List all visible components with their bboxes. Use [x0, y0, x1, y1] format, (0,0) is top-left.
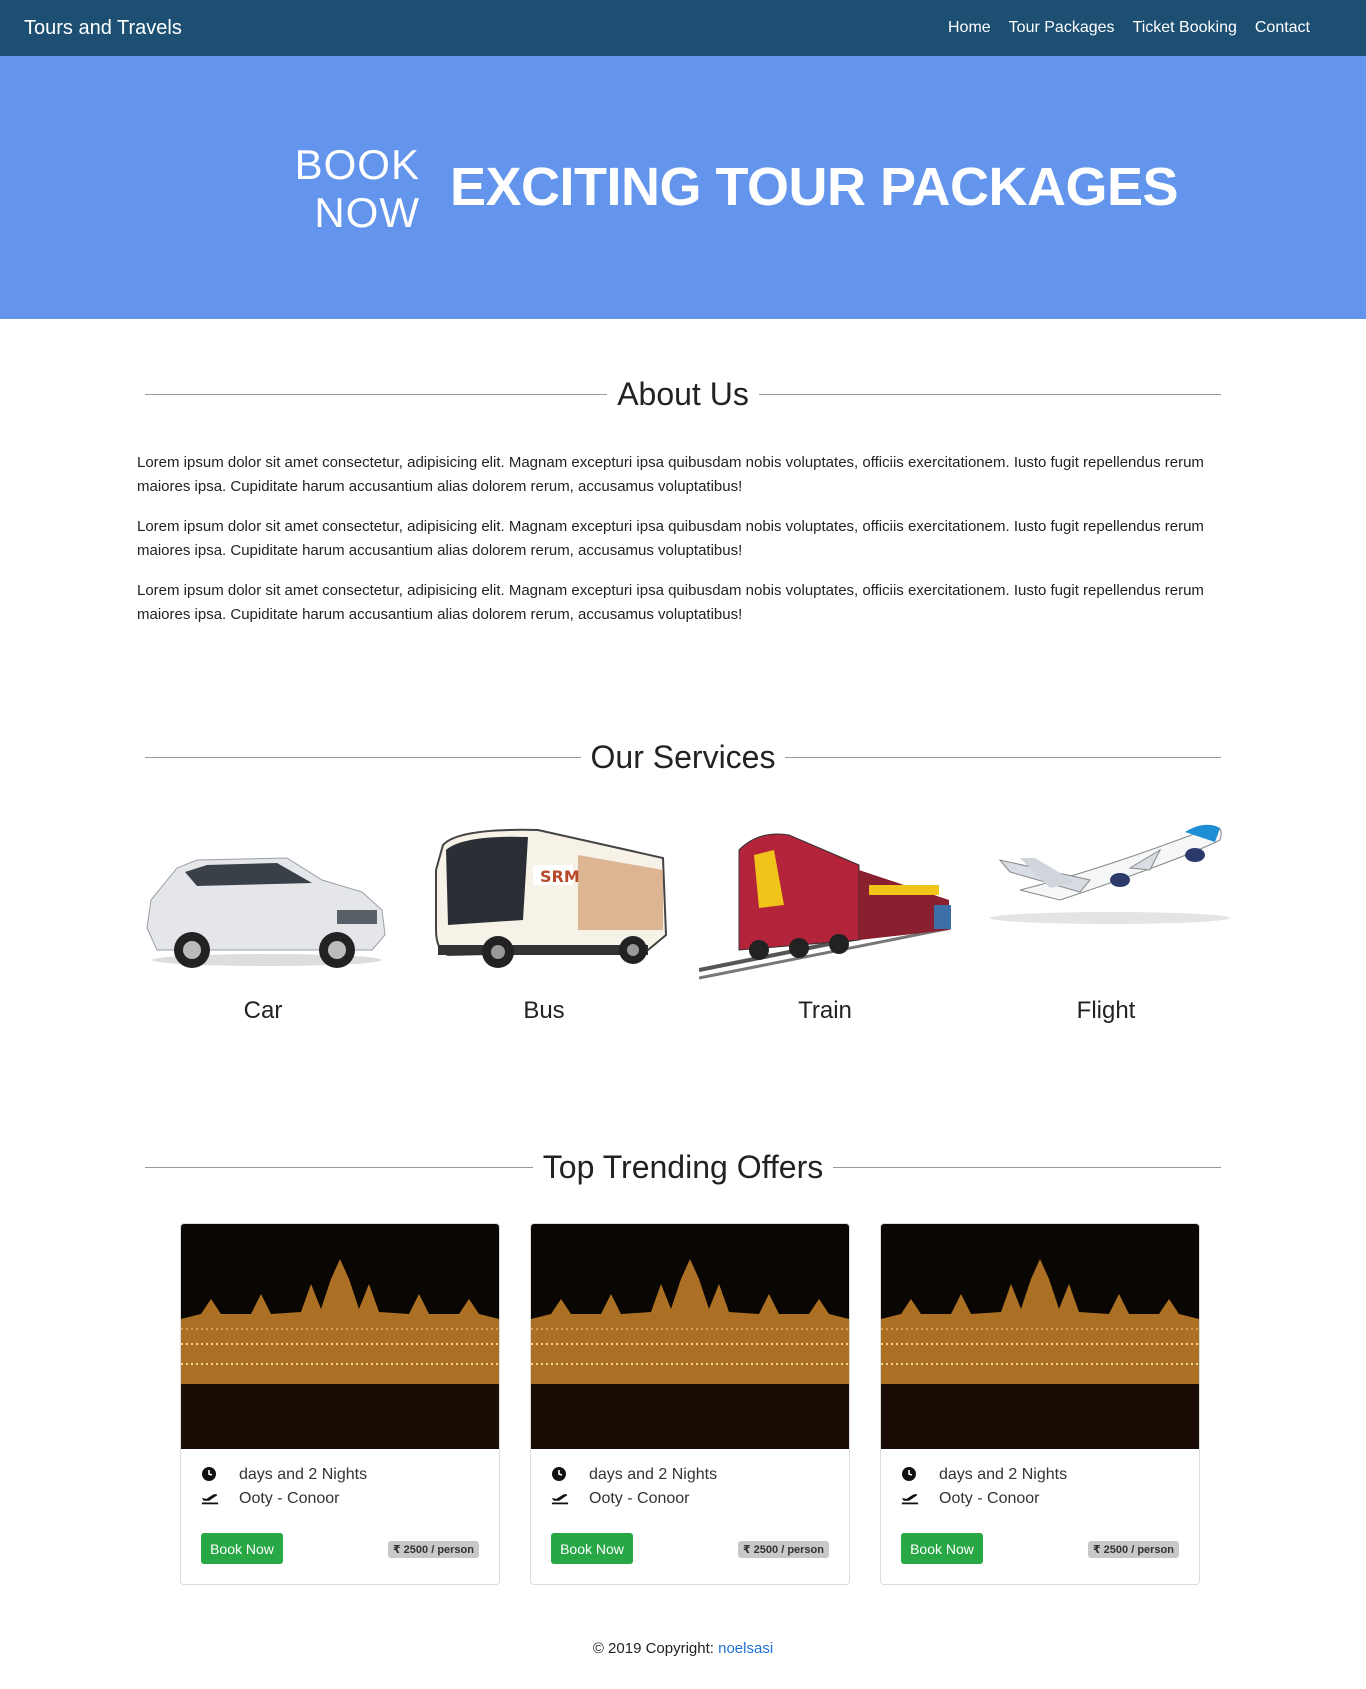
duration-row: days and 2 Nights — [901, 1466, 1067, 1484]
bus-image: SRM — [435, 828, 668, 968]
offers-title: Top Trending Offers — [542, 1148, 824, 1185]
hero-book-now: BOOK NOW — [290, 141, 420, 237]
heading-divider — [758, 393, 1221, 395]
car-image — [146, 857, 386, 968]
duration-row: days and 2 Nights — [551, 1466, 717, 1484]
duration-row: days and 2 Nights — [201, 1466, 367, 1484]
duration-text: days and 2 Nights — [589, 1466, 718, 1483]
copyright-text: © 2019 Copyright: — [592, 1640, 719, 1657]
service-car[interactable]: Car — [137, 810, 389, 1050]
heading-divider — [145, 1166, 533, 1168]
heading-divider — [785, 756, 1221, 758]
route-row: Ooty - Conoor — [901, 1490, 1039, 1508]
about-heading: About Us — [145, 372, 1221, 416]
about-paragraph: Lorem ipsum dolor sit amet consectetur, … — [137, 582, 1204, 623]
services-heading: Our Services — [145, 735, 1221, 779]
clock-icon — [201, 1466, 219, 1484]
brand-logo-text[interactable]: Tours and Travels — [24, 17, 182, 40]
duration-text: days and 2 Nights — [939, 1466, 1068, 1483]
about-title: About Us — [617, 375, 749, 412]
service-label: Bus — [523, 997, 565, 1024]
hero-title: EXCITING TOUR PACKAGES — [450, 157, 1179, 217]
clock-icon — [551, 1466, 569, 1484]
hero-now-text: NOW — [314, 189, 420, 236]
train-image — [699, 833, 951, 980]
route-text: Ooty - Conoor — [589, 1490, 690, 1507]
offer-card: days and 2 Nights Ooty - Conoor Book Now… — [530, 1223, 850, 1585]
clock-icon — [901, 1466, 919, 1484]
footer: © 2019 Copyright: noelsasi — [0, 1640, 1366, 1657]
palace-image — [181, 1224, 499, 1449]
plane-departure-icon — [901, 1490, 919, 1508]
navbar: Tours and Travels Home Tour Packages Tic… — [0, 0, 1366, 56]
price-badge: ₹ 2500 / person — [1087, 1541, 1179, 1558]
duration-text: days and 2 Nights — [239, 1466, 368, 1483]
services-title: Our Services — [590, 738, 776, 775]
price-badge: ₹ 2500 / person — [737, 1541, 829, 1558]
route-text: Ooty - Conoor — [239, 1490, 340, 1507]
hero-banner: BOOK NOW EXCITING TOUR PACKAGES — [0, 56, 1366, 319]
hero-book-text: BOOK — [294, 141, 420, 188]
heading-divider — [145, 756, 581, 758]
route-row: Ooty - Conoor — [551, 1490, 689, 1508]
nav-link-home[interactable]: Home — [939, 19, 1000, 37]
nav-link-ticket-booking[interactable]: Ticket Booking — [1124, 19, 1246, 37]
service-train[interactable]: Train — [699, 810, 951, 1050]
book-now-button[interactable]: Book Now — [551, 1533, 633, 1564]
nav-link-tour-packages[interactable]: Tour Packages — [1000, 19, 1124, 37]
route-row: Ooty - Conoor — [201, 1490, 339, 1508]
palace-image — [881, 1224, 1199, 1449]
svg-text:SRM: SRM — [540, 867, 580, 886]
flight-image — [990, 824, 1230, 924]
plane-departure-icon — [551, 1490, 569, 1508]
plane-departure-icon — [201, 1490, 219, 1508]
nav-link-contact[interactable]: Contact — [1246, 19, 1319, 37]
about-text: Lorem ipsum dolor sit amet consectetur, … — [137, 451, 1229, 643]
service-bus[interactable]: SRM Bus — [418, 810, 670, 1050]
heading-divider — [145, 393, 608, 395]
service-label: Car — [243, 997, 283, 1024]
service-flight[interactable]: Flight — [980, 810, 1232, 1050]
nav-links: Home Tour Packages Ticket Booking Contac… — [939, 19, 1319, 37]
book-now-button[interactable]: Book Now — [201, 1533, 283, 1564]
about-paragraph: Lorem ipsum dolor sit amet consectetur, … — [137, 454, 1204, 495]
service-label: Train — [798, 997, 852, 1024]
service-label: Flight — [1076, 997, 1136, 1024]
author-link[interactable]: noelsasi — [718, 1640, 773, 1657]
palace-image — [531, 1224, 849, 1449]
route-text: Ooty - Conoor — [939, 1490, 1040, 1507]
heading-divider — [833, 1166, 1222, 1168]
offer-card: days and 2 Nights Ooty - Conoor Book Now… — [180, 1223, 500, 1585]
offer-card: days and 2 Nights Ooty - Conoor Book Now… — [880, 1223, 1200, 1585]
about-paragraph: Lorem ipsum dolor sit amet consectetur, … — [137, 518, 1204, 559]
book-now-button[interactable]: Book Now — [901, 1533, 983, 1564]
price-badge: ₹ 2500 / person — [387, 1541, 479, 1558]
offers-heading: Top Trending Offers — [145, 1145, 1222, 1189]
